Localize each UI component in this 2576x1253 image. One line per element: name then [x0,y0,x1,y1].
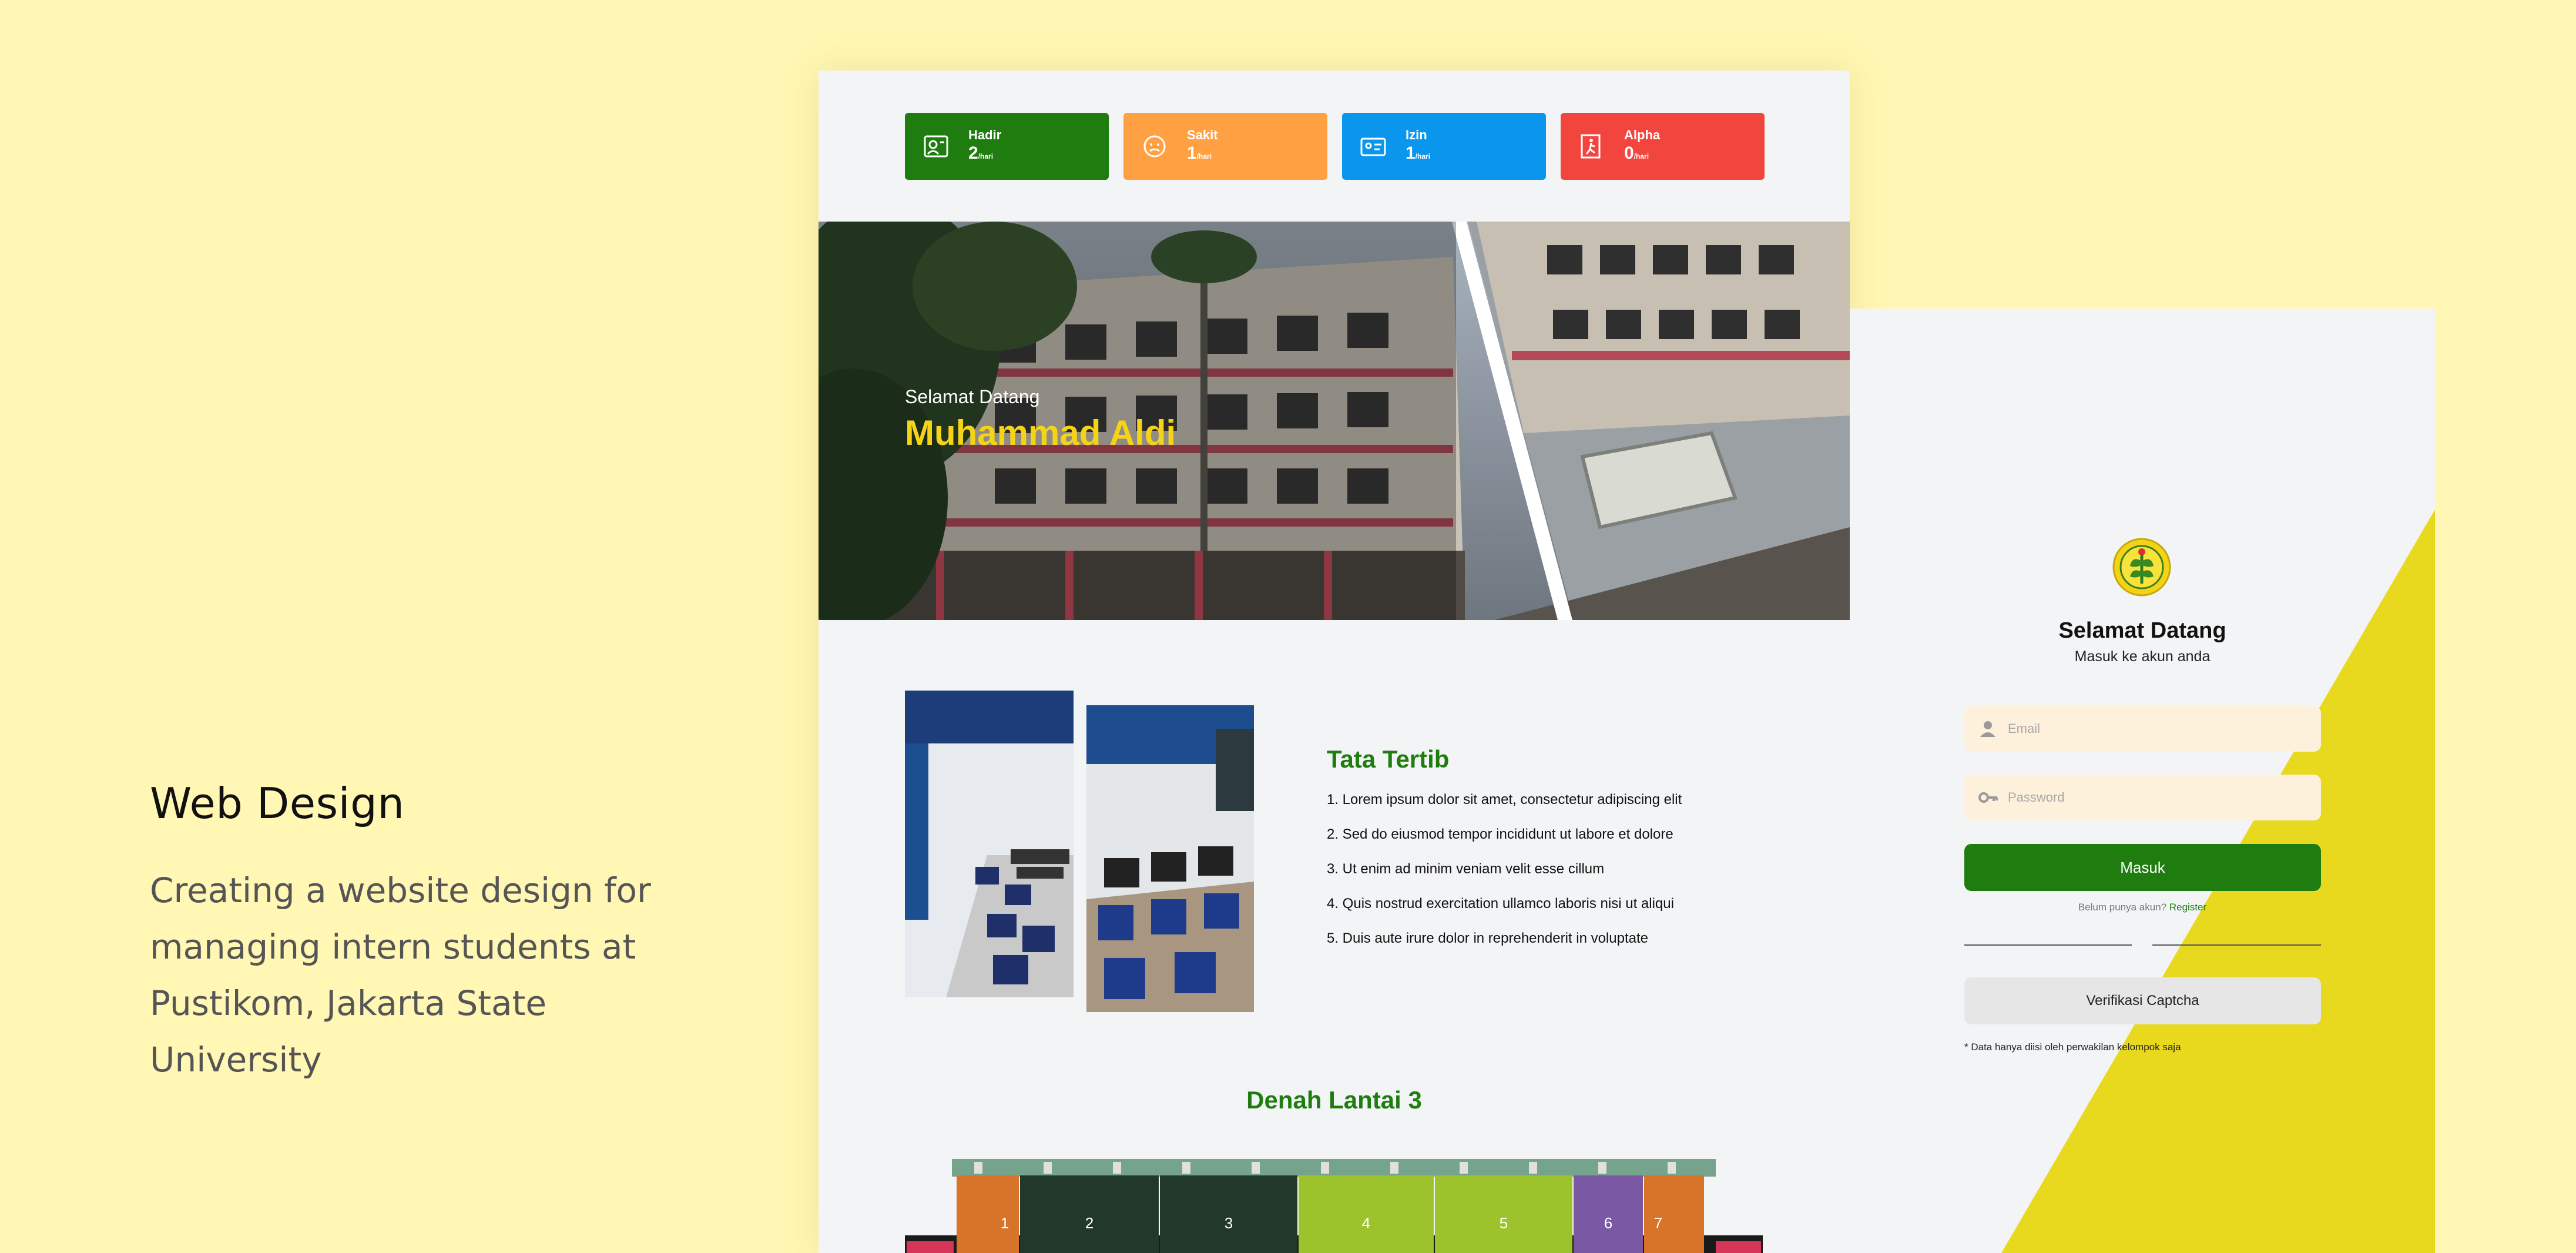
register-link[interactable]: Register [2169,902,2206,913]
room-label: 6 [1604,1214,1612,1232]
rules-list: 1. Lorem ipsum dolor sit amet, consectet… [1327,790,1682,963]
stat-value: 2 [968,143,978,163]
floor-room-left-red [907,1241,954,1253]
stat-unit: /hari [1634,152,1649,160]
stat-label: Izin [1406,127,1427,142]
stat-card-alpha[interactable]: Alpha 0/hari [1561,113,1765,180]
floor-plan: 1 2 3 4 5 6 7 [905,1159,1763,1253]
stat-card-izin[interactable]: Izin 1/hari [1342,113,1546,180]
sick-face-icon [1140,132,1169,161]
stat-unit: /hari [1415,152,1431,160]
stat-value: 1 [1187,143,1197,163]
attendance-stats: Hadir 2/hari Sakit 1/hari Izin 1/hari Al… [905,113,1765,180]
login-subtitle: Masuk ke akun anda [2074,648,2211,665]
rule-item: 4. Quis nostrud exercitation ullamco lab… [1327,896,1674,912]
hero-banner: Selamat Datang Muhammad Aldi [819,222,1850,620]
email-input[interactable] [2008,721,2302,736]
login-button[interactable]: Masuk [1964,844,2321,891]
rule-item: 1. Lorem ipsum dolor sit amet, consectet… [1327,792,1682,808]
lab-photo-2 [1086,705,1254,1012]
caption-description: Creating a website design for managing i… [150,870,651,1080]
password-field[interactable] [1964,775,2321,820]
room-1[interactable] [957,1175,1019,1253]
room-label: 5 [1500,1214,1508,1232]
rule-item: 5. Duis aute irure dolor in reprehenderi… [1327,930,1648,946]
stat-label: Hadir [968,127,1002,142]
hero-user-name: Muhammad Aldi [905,413,1176,453]
email-field[interactable] [1964,706,2321,752]
divider-line-left [1964,944,2132,946]
user-icon [1977,718,1998,739]
stat-value: 1 [1406,143,1416,163]
room-label: 4 [1362,1214,1370,1232]
divider-line-right [2152,944,2321,946]
id-card-icon [1359,132,1388,161]
register-prompt: Belum punya akun? Register [1850,902,2435,913]
rules-title: Tata Tertib [1327,745,1450,773]
register-prompt-text: Belum punya akun? [2078,902,2167,913]
login-title: Selamat Datang [2058,618,2226,643]
stat-card-hadir[interactable]: Hadir 2/hari [905,113,1109,180]
login-mockup: Selamat Datang Masuk ke akun anda Masuk … [1850,309,2435,1253]
user-badge-icon [921,132,951,161]
floor-room-right-red [1716,1241,1761,1253]
rules-section: Tata Tertib 1. Lorem ipsum dolor sit ame… [1327,745,1682,963]
room-label: 2 [1085,1214,1094,1232]
lab-photo-1 [905,691,1074,997]
rule-item: 2. Sed do eiusmod tempor incididunt ut l… [1327,826,1673,842]
exit-run-icon [1577,132,1606,161]
password-input[interactable] [2008,790,2302,805]
rule-item: 3. Ut enim ad minim veniam velit esse ci… [1327,861,1605,877]
stat-label: Alpha [1624,127,1661,142]
stat-value: 0 [1624,143,1634,163]
login-note: * Data hanya diisi oleh perwakilan kelom… [1964,1041,2181,1053]
stat-label: Sakit [1187,127,1218,142]
caption-title: Web Design [150,779,405,828]
hero-greeting: Selamat Datang [905,386,1040,407]
room-7[interactable] [1644,1175,1704,1253]
room-label: 7 [1654,1214,1662,1232]
stat-unit: /hari [1196,152,1212,160]
caption: Web Design Creating a website design for… [150,779,679,1088]
key-icon [1977,787,1998,808]
captcha-button[interactable]: Verifikasi Captcha [1964,977,2321,1024]
room-label: 3 [1225,1214,1233,1232]
room-label: 1 [1001,1214,1009,1232]
stat-unit: /hari [978,152,994,160]
dashboard-mockup: Hadir 2/hari Sakit 1/hari Izin 1/hari Al… [819,71,1850,1253]
stat-card-sakit[interactable]: Sakit 1/hari [1123,113,1327,180]
university-logo [2112,538,2171,597]
floor-plan-title: Denah Lantai 3 [1246,1086,1422,1114]
